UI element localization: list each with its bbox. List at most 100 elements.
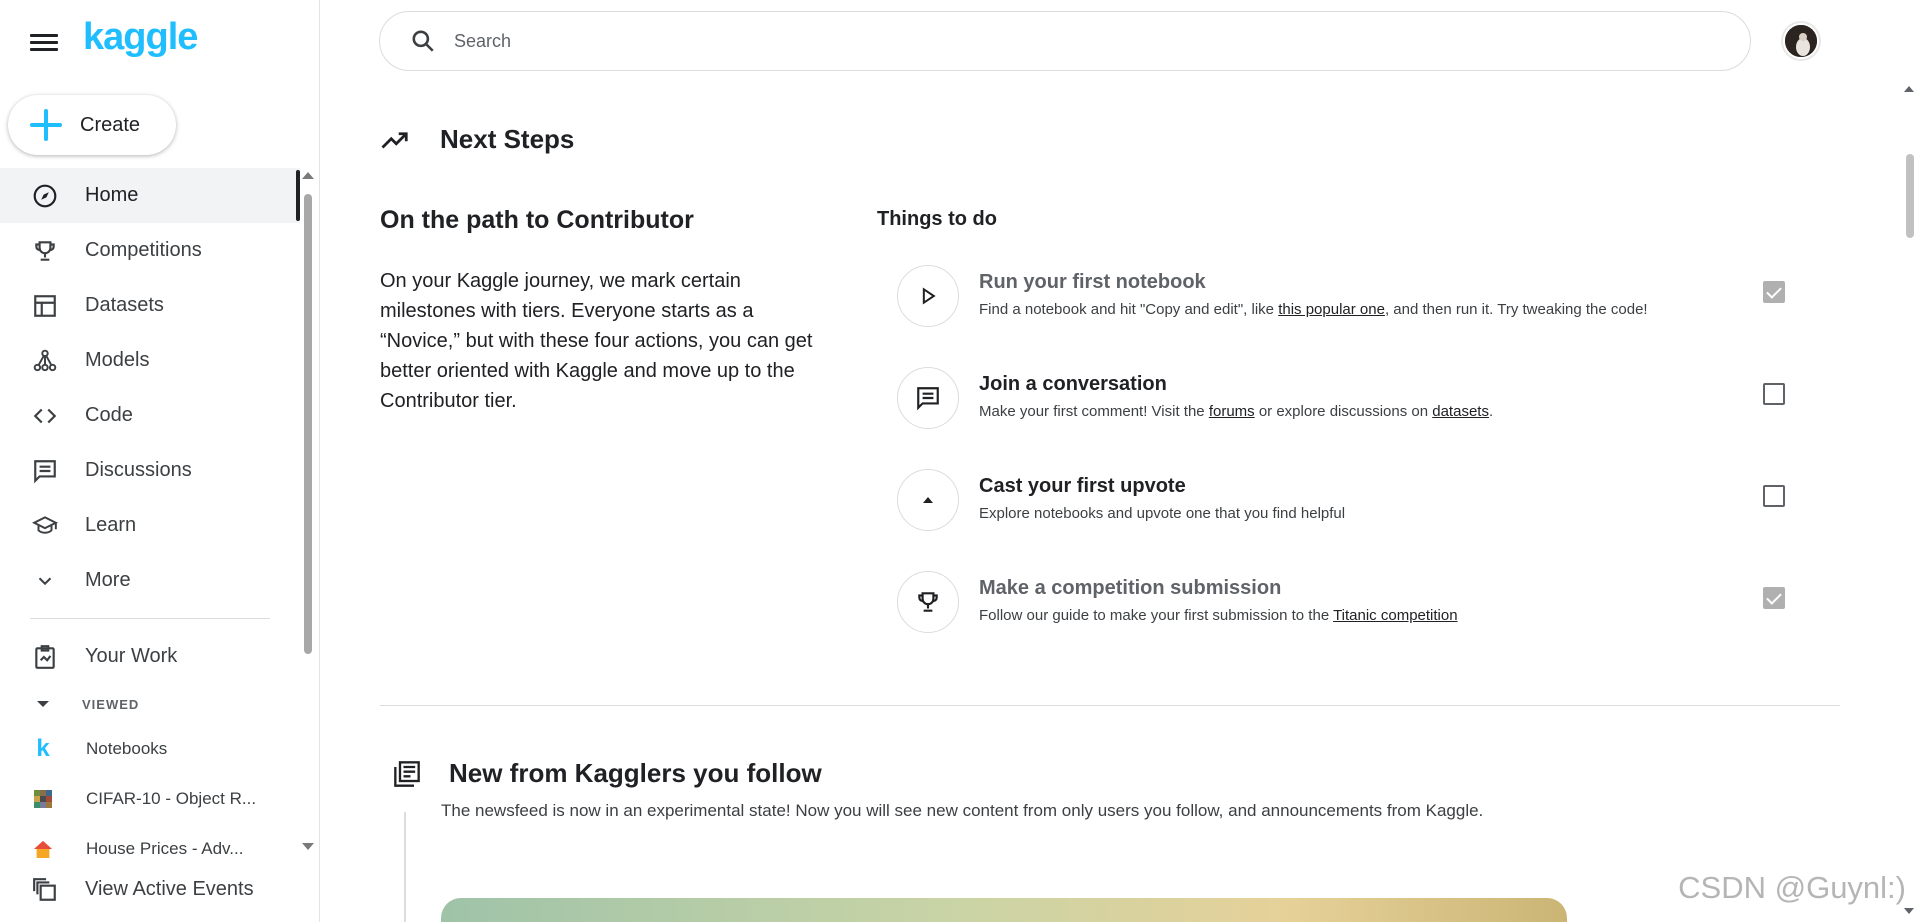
table-icon: [30, 291, 60, 321]
todo-description: Make your first comment! Visit the forum…: [979, 403, 1493, 420]
upvote-icon: [923, 497, 933, 503]
todo-desc-text: or explore discussions on: [1254, 403, 1433, 420]
todo-icon-circle[interactable]: [897, 367, 959, 429]
scroll-up-arrow-icon[interactable]: [1904, 86, 1914, 92]
sidebar-item-competitions[interactable]: Competitions: [0, 223, 300, 278]
todo-join-conversation: Join a conversation Make your first comm…: [897, 367, 1797, 429]
watermark: CSDN @Guynl:): [1678, 870, 1906, 905]
sidebar-item-learn[interactable]: Learn: [0, 498, 300, 553]
sidebar-item-label: Discussions: [85, 459, 192, 481]
viewed-item-label: CIFAR-10 - Object R...: [86, 789, 257, 808]
todo-cast-upvote: Cast your first upvote Explore notebooks…: [897, 469, 1797, 531]
forums-link[interactable]: forums: [1209, 403, 1255, 420]
things-to-do-heading: Things to do: [877, 208, 997, 230]
sidebar-item-label: Your Work: [85, 645, 178, 667]
todo-title: Cast your first upvote: [979, 475, 1186, 497]
next-steps-title: Next Steps: [440, 124, 575, 154]
titanic-competition-link[interactable]: Titanic competition: [1333, 607, 1458, 624]
page-scrollbar[interactable]: [1900, 86, 1918, 922]
section-divider: [380, 705, 1840, 706]
sidebar-item-label: Competitions: [85, 239, 202, 261]
todo-icon-circle[interactable]: [897, 571, 959, 633]
kaggle-k-icon: k: [36, 735, 50, 762]
scroll-down-arrow-icon[interactable]: [1904, 908, 1914, 914]
create-button[interactable]: Create: [8, 95, 176, 155]
search-bar[interactable]: [379, 11, 1751, 71]
todo-desc-text: .: [1488, 403, 1494, 420]
view-active-events-button[interactable]: View Active Events: [0, 862, 300, 917]
newsfeed-card[interactable]: [441, 898, 1567, 922]
cifar-thumbnail-icon: [32, 788, 54, 810]
compass-icon: [30, 181, 60, 211]
todo-checkbox[interactable]: [1763, 485, 1785, 507]
sidebar-item-datasets[interactable]: Datasets: [0, 278, 300, 333]
trending-up-icon: [381, 131, 408, 148]
kaggle-logo[interactable]: kaggle: [83, 16, 198, 59]
path-description: On your Kaggle journey, we mark certain …: [380, 270, 813, 412]
scroll-up-arrow-icon[interactable]: [302, 172, 314, 179]
todo-run-notebook: Run your first notebook Find a notebook …: [897, 265, 1797, 327]
avatar[interactable]: [1783, 23, 1819, 59]
todo-checkbox[interactable]: [1763, 383, 1785, 405]
code-icon: [30, 401, 60, 431]
trophy-icon: [918, 592, 938, 612]
plus-icon: [30, 109, 62, 141]
todo-desc-text: Find a notebook and hit "Copy and edit",…: [979, 301, 1279, 318]
scroll-down-arrow-icon[interactable]: [302, 843, 314, 850]
events-icon: [30, 875, 60, 905]
scrollbar-thumb[interactable]: [304, 194, 312, 654]
todo-title: Join a conversation: [979, 373, 1167, 395]
sidebar-item-discussions[interactable]: Discussions: [0, 443, 300, 498]
todo-description: Find a notebook and hit "Copy and edit",…: [979, 301, 1648, 318]
viewed-heading: VIEWED: [82, 696, 140, 712]
viewed-item-house-prices[interactable]: House Prices - Adv...: [0, 824, 300, 858]
todo-desc-text: Make your first comment! Visit the: [979, 403, 1209, 420]
newsfeed-title: New from Kagglers you follow: [449, 758, 822, 788]
search-input[interactable]: [454, 30, 1654, 52]
newspaper-icon: [394, 760, 420, 787]
clipboard-icon: [30, 642, 60, 672]
todo-description: Explore notebooks and upvote one that yo…: [979, 505, 1346, 522]
models-icon: [30, 346, 60, 376]
viewed-item-notebooks[interactable]: k Notebooks: [0, 724, 300, 774]
scrollbar-thumb[interactable]: [1906, 154, 1914, 238]
viewed-item-label: Notebooks: [86, 739, 168, 758]
this-popular-one-link[interactable]: this popular one: [1278, 301, 1385, 318]
sidebar-item-label: Learn: [85, 514, 137, 536]
sidebar-item-more[interactable]: More: [0, 553, 300, 608]
sidebar-divider: [30, 618, 270, 619]
sidebar-item-home[interactable]: Home: [0, 168, 300, 223]
sidebar-item-models[interactable]: Models: [0, 333, 300, 388]
sidebar-item-label: Datasets: [85, 294, 164, 316]
todo-icon-circle[interactable]: [897, 265, 959, 327]
sidebar-item-label: Models: [85, 349, 150, 371]
newsfeed-description: The newsfeed is now in an experimental s…: [441, 801, 1484, 820]
viewed-section-toggle[interactable]: VIEWED: [0, 684, 300, 724]
house-thumbnail-icon: [32, 838, 54, 858]
comment-icon: [30, 456, 60, 486]
todo-icon-circle[interactable]: [897, 469, 959, 531]
todo-desc-text: , and then run it. Try tweaking the code…: [1384, 301, 1648, 318]
sidebar-item-your-work[interactable]: Your Work: [0, 629, 300, 684]
todo-title: Run your first notebook: [979, 271, 1206, 293]
newsfeed-timeline-line: [404, 812, 406, 922]
viewed-item-cifar[interactable]: CIFAR-10 - Object R...: [0, 774, 300, 824]
todo-checkbox[interactable]: [1763, 587, 1785, 609]
next-steps-heading: Next Steps: [380, 124, 574, 155]
newsfeed-heading: New from Kagglers you follow: [393, 758, 822, 789]
view-active-events-label: View Active Events: [85, 878, 254, 900]
sidebar-item-label: Code: [85, 404, 133, 426]
triangle-down-icon: [37, 701, 49, 707]
sidebar-scrollbar[interactable]: [300, 172, 314, 862]
sidebar-item-code[interactable]: Code: [0, 388, 300, 443]
sidebar-nav: Home Competitions Datasets Models Code D…: [0, 168, 300, 858]
datasets-link[interactable]: datasets: [1432, 403, 1489, 420]
hamburger-menu-icon[interactable]: [30, 30, 58, 54]
todo-title: Make a competition submission: [979, 577, 1282, 599]
play-icon: [922, 287, 936, 305]
search-icon: [412, 30, 434, 52]
trophy-icon: [30, 236, 60, 266]
todo-checkbox[interactable]: [1763, 281, 1785, 303]
chevron-down-icon: [30, 566, 60, 596]
path-title: On the path to Contributor: [380, 206, 694, 234]
